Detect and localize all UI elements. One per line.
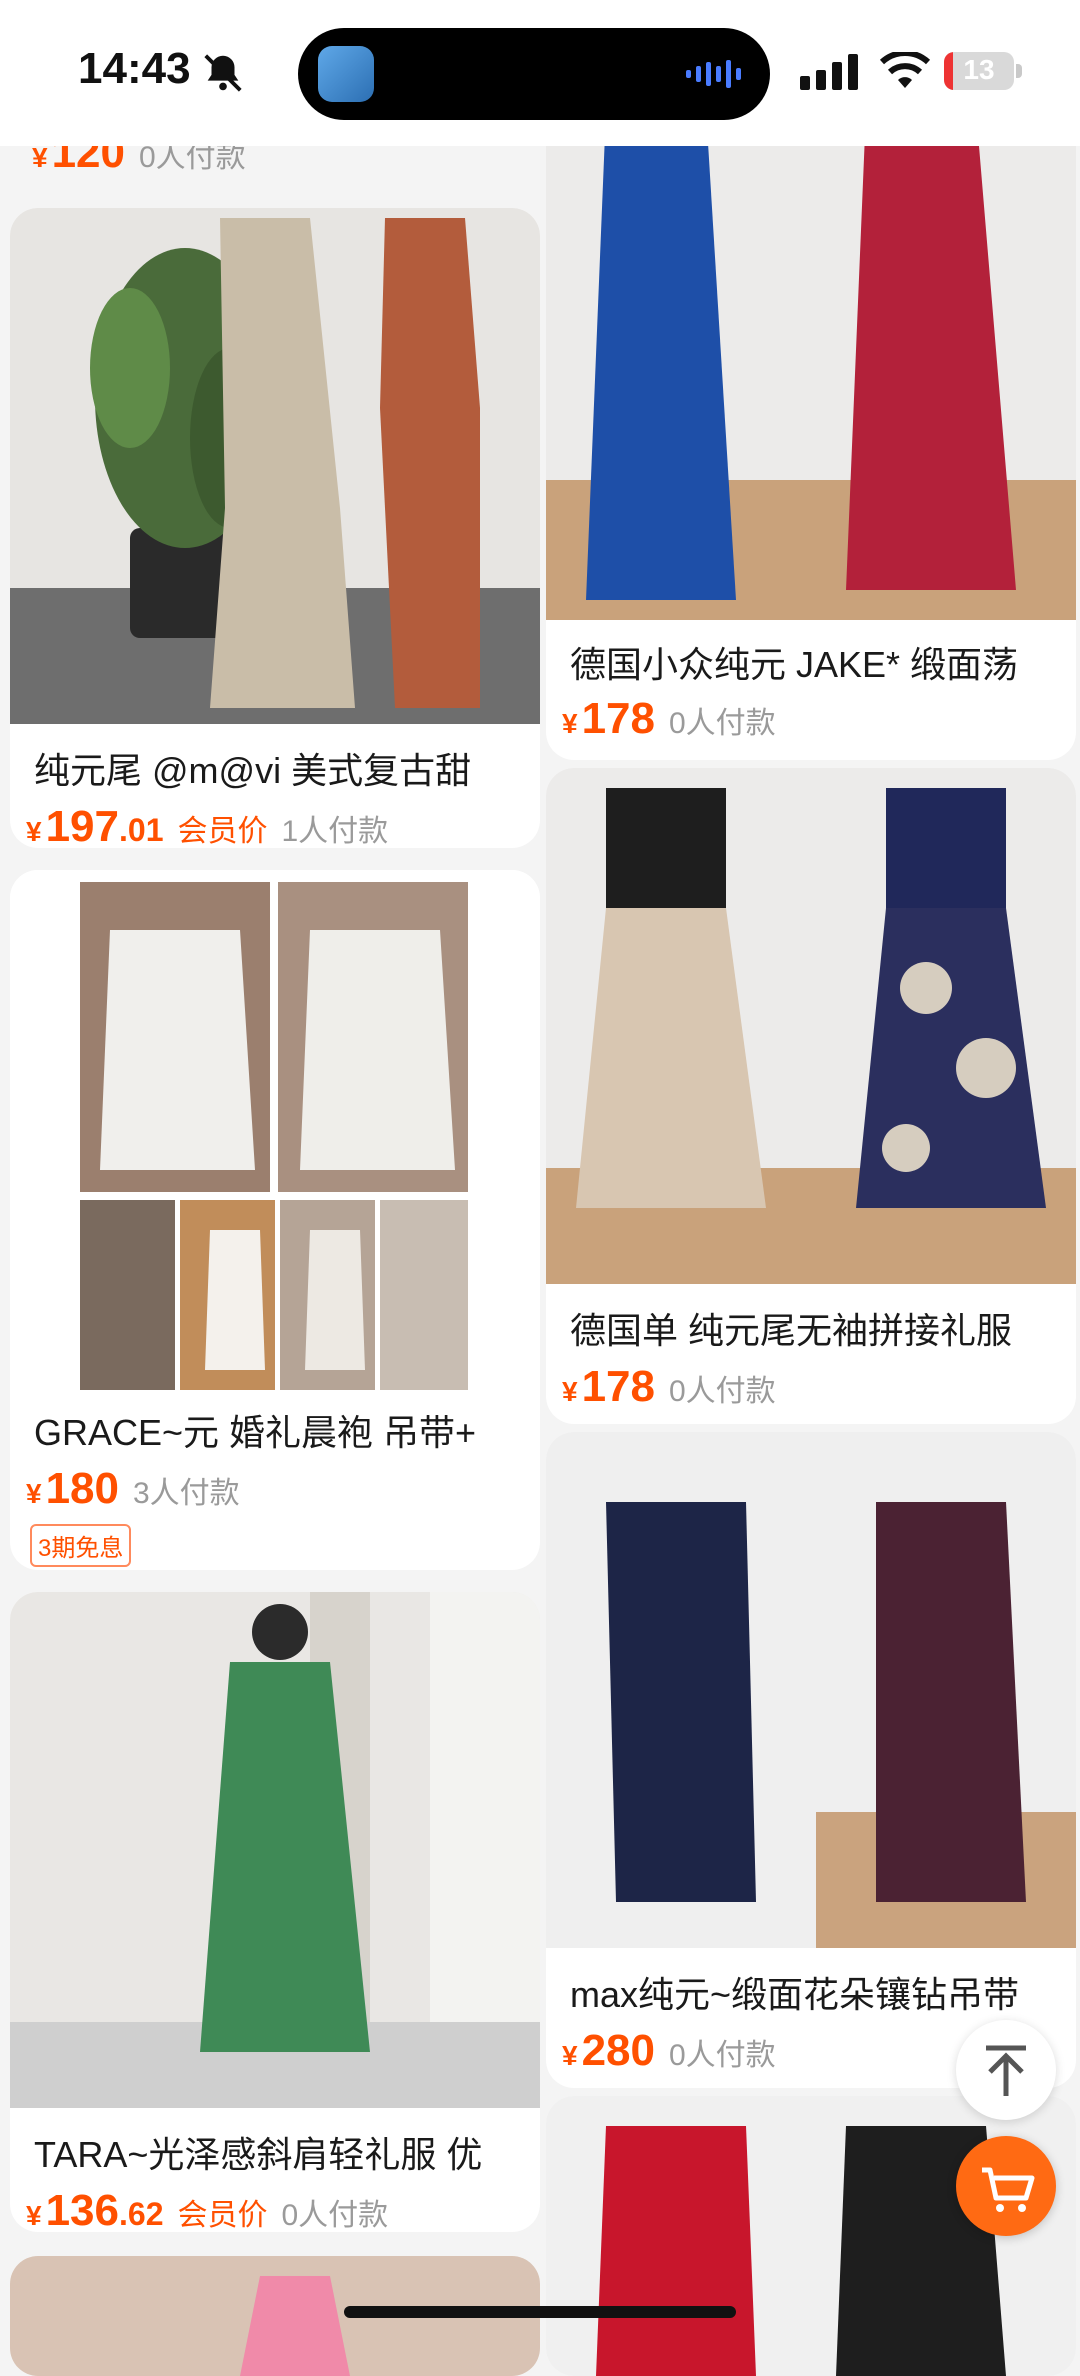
product-image [10,208,540,724]
product-image [10,1592,540,2108]
battery-level: 13 [963,54,995,85]
product-title: GRACE~元 婚礼晨袍 吊带+ [34,1412,477,1453]
audio-wave-icon [686,60,741,88]
paid-count: 0人付款 [281,2199,389,2232]
status-bar: 14:43 13 [0,0,1080,146]
status-time: 14:43 [78,44,191,93]
price-line: ¥ 136 .62 会员价 0人付款 [26,2186,388,2232]
product-card[interactable]: 德国小众纯元 JAKE* 缎面荡 ¥ 178 0人付款 [546,100,1076,760]
currency-symbol: ¥ [26,1478,42,1509]
price-line: ¥ 197 .01 会员价 1人付款 [26,802,388,848]
price: 178 [581,694,655,743]
paid-count: 0人付款 [669,1375,776,1408]
price: 197 [45,802,119,848]
product-title: 德国单 纯元尾无袖拼接礼服 [570,1310,1013,1351]
product-image [10,870,540,1400]
scroll-to-top-button[interactable] [956,2020,1056,2120]
cellular-signal-icon [800,54,858,90]
product-image [546,768,1076,1284]
currency-symbol: ¥ [26,816,42,847]
price-line: ¥ 180 3人付款 [26,1464,240,1514]
cart-button[interactable] [956,2136,1056,2236]
avatar [318,46,374,102]
product-title: max纯元~缎面花朵镶钻吊带 [570,1974,1020,2015]
price: 180 [45,1464,119,1513]
product-card[interactable]: max纯元~缎面花朵镶钻吊带 ¥ 280 0人付款 [546,1432,1076,2088]
product-image [546,1432,1076,1948]
paid-count: 0人付款 [669,707,776,740]
bell-muted-icon [204,54,242,92]
cart-icon [982,2167,1035,2212]
paid-count: 0人付款 [669,2039,776,2072]
product-title: 纯元尾 @m@vi 美式复古甜 [34,750,472,791]
price: 280 [581,2026,655,2075]
installment-badge: 3期免息 [30,1524,132,1567]
product-image [546,100,1076,620]
product-card[interactable]: GRACE~元 婚礼晨袍 吊带+ ¥ 180 3人付款 3期免息 [10,870,540,1570]
product-title: 德国小众纯元 JAKE* 缎面荡 [570,644,1019,685]
price: 136 [45,2186,119,2232]
member-price-label: 会员价 [177,2199,268,2232]
paid-count: 1人付款 [281,815,389,848]
price-line: ¥ 178 0人付款 [562,694,776,744]
paid-count: 3人付款 [133,1477,240,1510]
battery-indicator: 13 [944,52,1014,90]
currency-symbol: ¥ [562,2040,578,2071]
currency-symbol: ¥ [26,2200,42,2231]
price-line: ¥ 178 0人付款 [562,1362,776,1412]
dynamic-island[interactable] [298,28,770,120]
product-card[interactable]: 德国单 纯元尾无袖拼接礼服 ¥ 178 0人付款 [546,768,1076,1424]
arrow-up-icon [986,2045,1026,2096]
currency-symbol: ¥ [32,142,48,173]
wifi-icon [880,52,930,88]
price: 178 [581,1362,655,1411]
product-card[interactable]: TARA~光泽感斜肩轻礼服 优 ¥ 136 .62 会员价 0人付款 [10,1592,540,2232]
home-indicator[interactable] [344,2306,736,2318]
currency-symbol: ¥ [562,708,578,739]
price-line: ¥ 280 0人付款 [562,2026,776,2076]
product-card[interactable]: 纯元尾 @m@vi 美式复古甜 ¥ 197 .01 会员价 1人付款 [10,208,540,848]
price-cents: .01 [119,812,164,848]
price-cents: .62 [119,2196,164,2232]
product-title: TARA~光泽感斜肩轻礼服 优 [34,2134,483,2175]
member-price-label: 会员价 [177,815,268,848]
currency-symbol: ¥ [562,1376,578,1407]
